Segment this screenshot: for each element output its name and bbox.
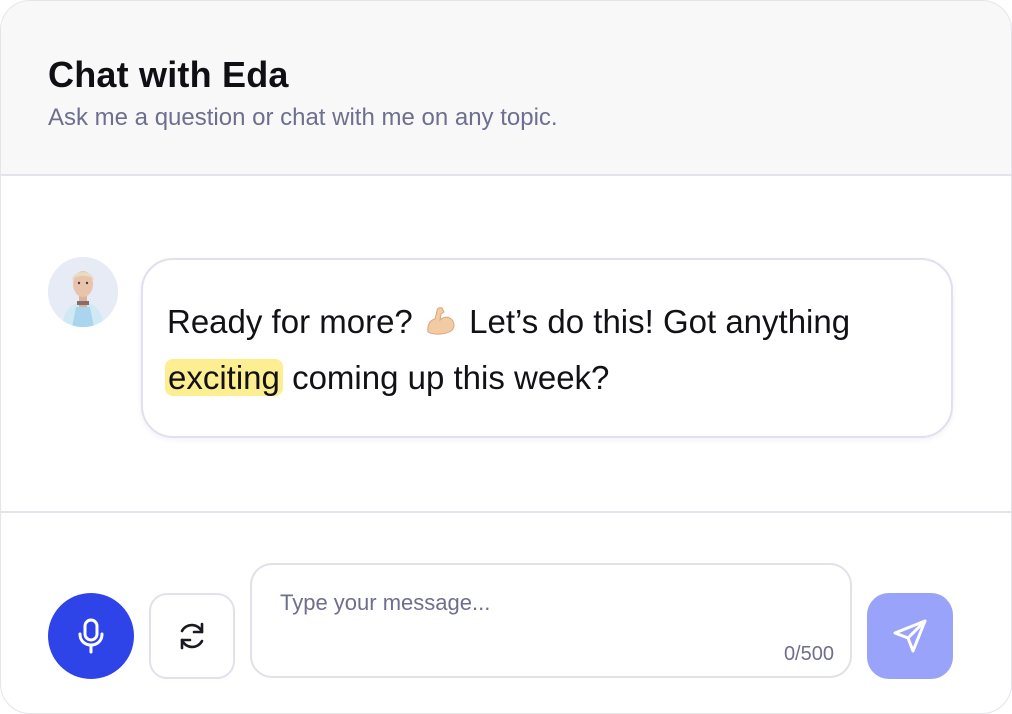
- chat-title: Chat with Eda: [48, 54, 289, 95]
- composer-divider: [1, 511, 1011, 513]
- character-counter: 0/500: [783, 643, 834, 665]
- send-button[interactable]: [867, 593, 953, 679]
- message-text-part: Let’s do this! Got anything: [469, 303, 851, 340]
- flexed-biceps-emoji: [424, 300, 458, 352]
- highlighted-word: exciting: [165, 359, 283, 396]
- microphone-button[interactable]: [48, 593, 134, 679]
- chat-header: Chat with Eda Ask me a question or chat …: [1, 1, 1011, 176]
- avatar: [48, 257, 118, 327]
- refresh-button[interactable]: [149, 593, 235, 679]
- message-text-part: coming up this week?: [292, 359, 610, 396]
- avatar-icon: [48, 257, 118, 327]
- message-bubble: Ready for more? Let’s do this! Got anyth…: [141, 258, 953, 438]
- message-input[interactable]: [280, 590, 820, 640]
- refresh-icon: [180, 622, 204, 650]
- microphone-icon: [78, 618, 104, 654]
- message-list: Ready for more? Let’s do this! Got anyth…: [1, 176, 1011, 511]
- message-text: Ready for more? Let’s do this! Got anyth…: [165, 296, 937, 404]
- chat-window: Chat with Eda Ask me a question or chat …: [0, 0, 1012, 714]
- message-input-box[interactable]: 0/500: [250, 563, 852, 678]
- message-text-part: Ready for more?: [167, 303, 413, 340]
- chat-subtitle: Ask me a question or chat with me on any…: [48, 104, 558, 131]
- send-icon: [893, 619, 927, 653]
